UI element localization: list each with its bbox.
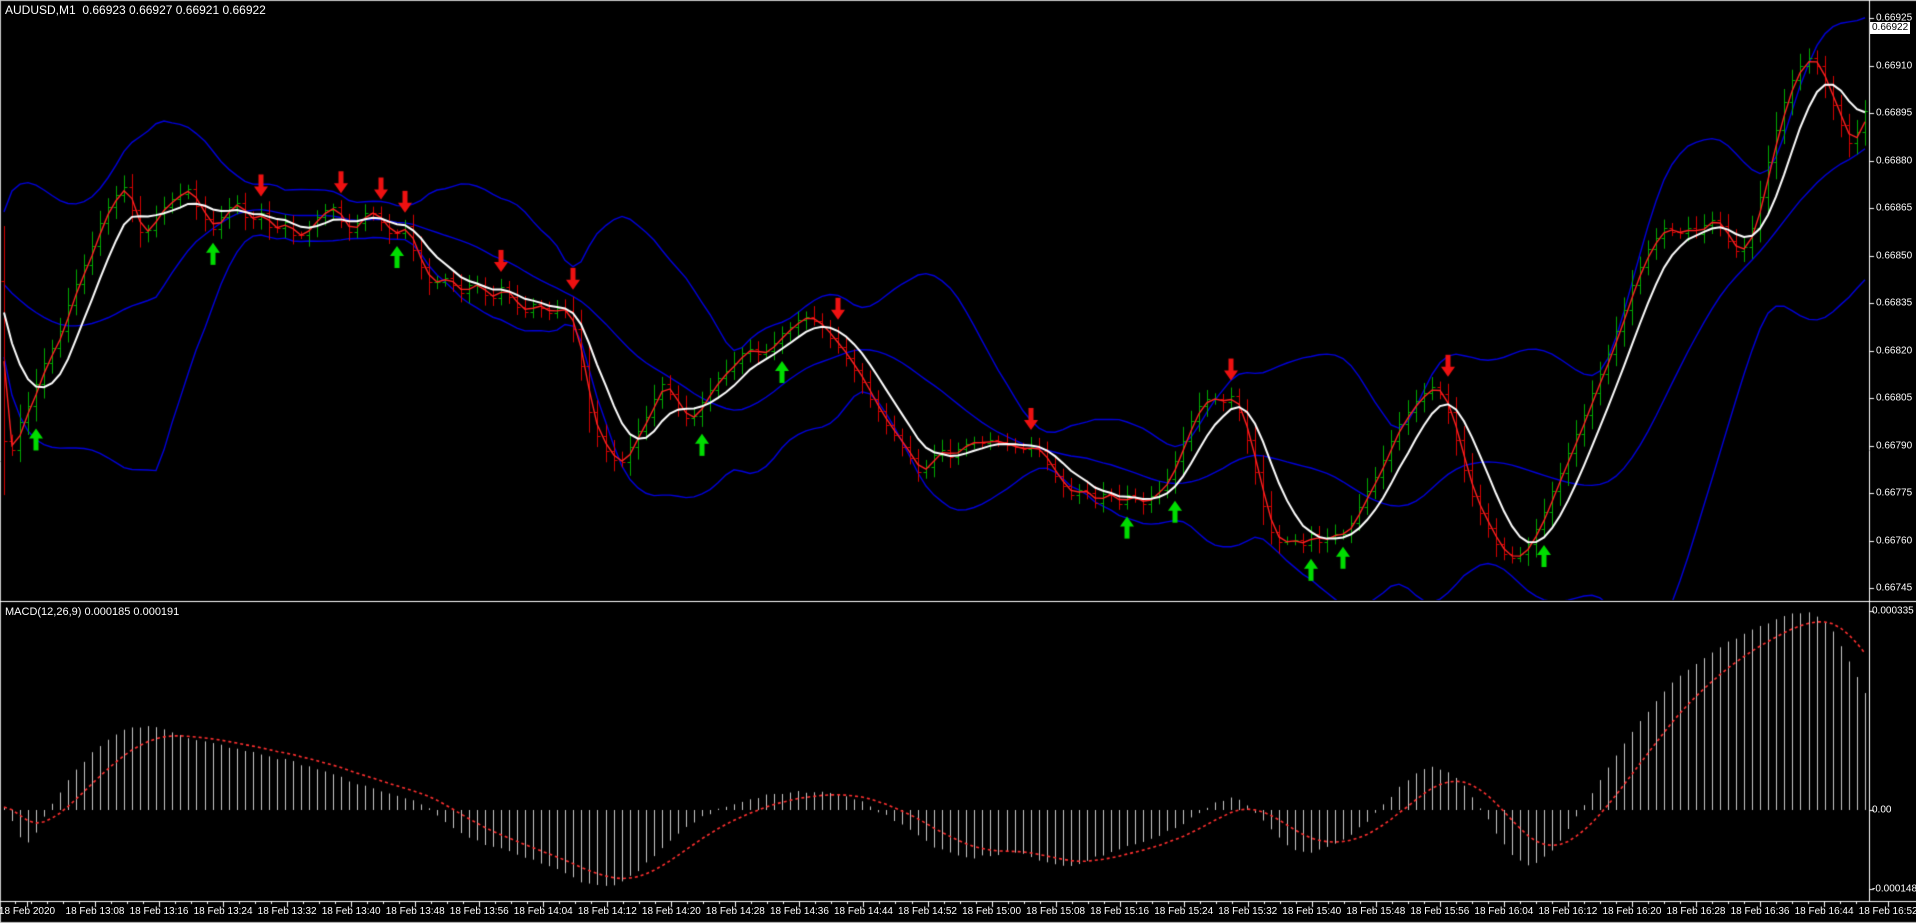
time-axis-label: 18 Feb 14:44	[834, 906, 893, 917]
time-axis-label: 18 Feb 15:00	[962, 906, 1021, 917]
time-axis-label: 18 Feb 14:28	[706, 906, 765, 917]
time-axis-label: 18 Feb 16:12	[1538, 906, 1597, 917]
time-axis-label: 18 Feb 15:24	[1154, 906, 1213, 917]
macd-axis-label: -0.000148	[1872, 884, 1916, 895]
price-axis-label: 0.66880	[1876, 155, 1912, 166]
symbol-ohlc-title: AUDUSD,M1 0.66923 0.66927 0.66921 0.6692…	[5, 5, 266, 15]
price-axis-label: 0.66820	[1876, 345, 1912, 356]
time-axis-label: 18 Feb 15:32	[1218, 906, 1277, 917]
time-axis-label: 18 Feb 16:04	[1474, 906, 1533, 917]
price-axis-label: 0.66910	[1876, 60, 1912, 71]
price-axis-label: 0.66790	[1876, 440, 1912, 451]
price-axis-label: 0.66865	[1876, 203, 1912, 214]
time-axis-label: 18 Feb 14:36	[770, 906, 829, 917]
time-axis-label: 18 Feb 16:44	[1795, 906, 1854, 917]
time-axis-label: 18 Feb 14:12	[578, 906, 637, 917]
time-axis-label: 18 Feb 16:52	[1859, 906, 1916, 917]
price-axis-label: 0.66850	[1876, 250, 1912, 261]
time-axis-label: 18 Feb 13:56	[450, 906, 509, 917]
time-axis-label: 18 Feb 13:24	[194, 906, 253, 917]
time-axis-label: 18 Feb 13:48	[386, 906, 445, 917]
time-axis-label: 18 Feb 14:52	[898, 906, 957, 917]
chart-canvas[interactable]	[0, 0, 1916, 923]
time-axis-label: 18 Feb 13:32	[258, 906, 317, 917]
time-axis-label: 18 Feb 14:20	[642, 906, 701, 917]
chart-window: AUDUSD,M1 0.66923 0.66927 0.66921 0.6692…	[0, 0, 1916, 923]
price-axis-label: 0.66760	[1876, 535, 1912, 546]
time-axis-label: 18 Feb 13:40	[322, 906, 381, 917]
price-axis-label: 0.66895	[1876, 108, 1912, 119]
price-axis-label: 0.66805	[1876, 393, 1912, 404]
time-axis-label: 18 Feb 15:16	[1090, 906, 1149, 917]
time-axis-label: 18 Feb 15:40	[1282, 906, 1341, 917]
price-axis-label: 0.66745	[1876, 583, 1912, 594]
time-axis-label: 18 Feb 15:56	[1410, 906, 1469, 917]
current-price-box: 0.66922	[1870, 22, 1910, 34]
price-axis-label: 0.66775	[1876, 488, 1912, 499]
time-axis-label: 18 Feb 13:16	[130, 906, 189, 917]
price-axis-label: 0.66925	[1876, 13, 1912, 24]
macd-indicator-label: MACD(12,26,9) 0.000185 0.000191	[5, 607, 179, 617]
time-axis-label: 18 Feb 15:08	[1026, 906, 1085, 917]
time-axis-label: 18 Feb 15:48	[1346, 906, 1405, 917]
macd-axis-label: 0.00	[1872, 805, 1891, 816]
time-axis-label: 18 Feb 14:04	[514, 906, 573, 917]
price-axis-label: 0.66835	[1876, 298, 1912, 309]
time-axis-label: 18 Feb 16:36	[1731, 906, 1790, 917]
time-axis-label: 18 Feb 2020	[0, 906, 55, 917]
macd-axis-label: 0.000335	[1872, 606, 1914, 617]
time-axis-label: 18 Feb 13:08	[66, 906, 125, 917]
time-axis-label: 18 Feb 16:20	[1602, 906, 1661, 917]
time-axis-label: 18 Feb 16:28	[1667, 906, 1726, 917]
